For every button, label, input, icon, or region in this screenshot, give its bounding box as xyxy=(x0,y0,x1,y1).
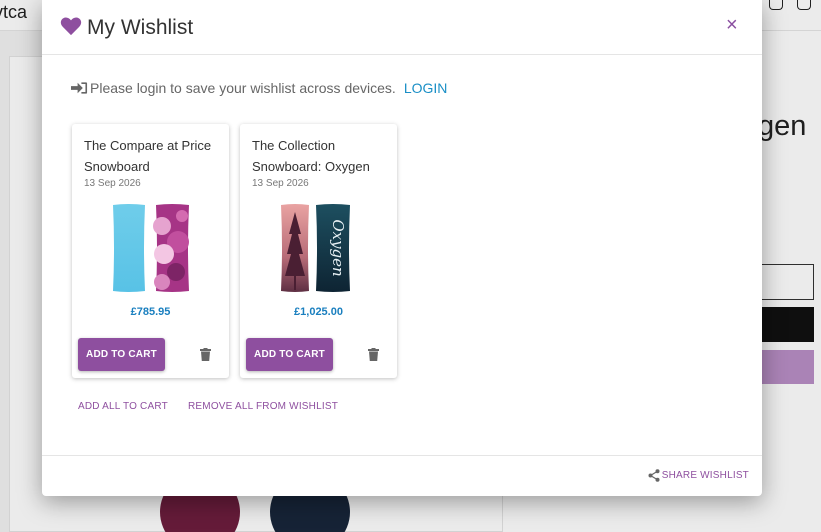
modal-title: My Wishlist xyxy=(87,16,194,39)
wishlist-modal: My Wishlist × Please login to save your … xyxy=(42,0,762,496)
login-prompt-row: Please login to save your wishlist acros… xyxy=(71,80,447,96)
add-all-to-cart-link[interactable]: ADD ALL TO CART xyxy=(78,401,168,412)
login-prompt-text: Please login to save your wishlist acros… xyxy=(90,80,396,96)
login-link[interactable]: LOGIN xyxy=(404,80,448,96)
item-price: £1,025.00 xyxy=(294,306,343,318)
heart-icon xyxy=(60,17,82,36)
wishlist-item: The Compare at Price Snowboard 13 Sep 20… xyxy=(72,124,229,378)
wishlist-item: The Collection Snowboard: Oxygen 13 Sep … xyxy=(240,124,397,378)
svg-text:Oxygen: Oxygen xyxy=(329,219,347,276)
product-image[interactable] xyxy=(112,204,190,292)
remove-all-link[interactable]: REMOVE ALL FROM WISHLIST xyxy=(188,401,338,412)
product-image[interactable]: Oxygen xyxy=(280,204,358,292)
trash-icon[interactable] xyxy=(368,348,379,361)
trash-icon[interactable] xyxy=(200,348,211,361)
item-title[interactable]: The Collection Snowboard: Oxygen xyxy=(252,135,392,177)
item-title[interactable]: The Compare at Price Snowboard xyxy=(84,135,224,177)
modal-header: My Wishlist × xyxy=(42,0,762,55)
sign-in-icon xyxy=(71,82,88,94)
share-label: SHARE WISHLIST xyxy=(661,470,749,481)
item-date: 13 Sep 2026 xyxy=(84,178,141,189)
close-button[interactable]: × xyxy=(726,15,738,35)
add-to-cart-button[interactable]: ADD TO CART xyxy=(78,338,165,371)
modal-footer: SHARE WISHLIST xyxy=(42,455,762,496)
item-date: 13 Sep 2026 xyxy=(252,178,309,189)
add-to-cart-button[interactable]: ADD TO CART xyxy=(246,338,333,371)
share-icon xyxy=(648,469,660,482)
item-price: £785.95 xyxy=(130,306,171,318)
share-wishlist-link[interactable]: SHARE WISHLIST xyxy=(648,469,749,482)
